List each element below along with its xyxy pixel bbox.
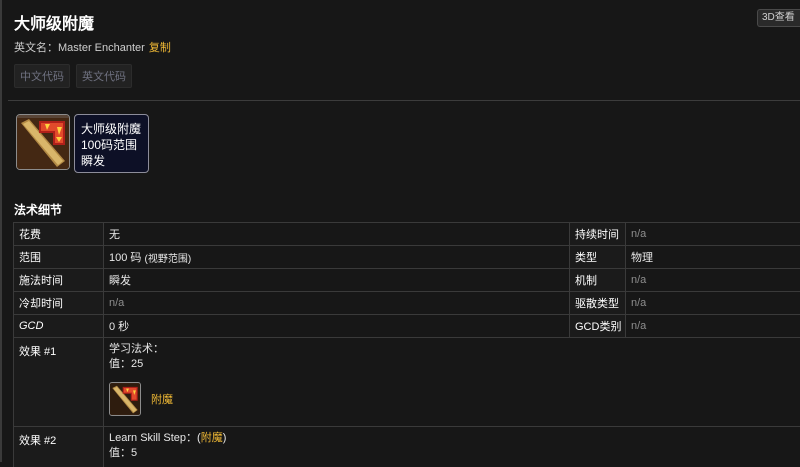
section-title: 法术细节 <box>14 203 63 217</box>
spell-tooltip: 大师级附魔 100码范围 瞬发 <box>74 114 149 173</box>
row-value: n/a <box>625 223 800 245</box>
row-value: n/a <box>625 315 800 337</box>
row-value: 0 秒 <box>103 315 569 337</box>
row-value: 无 <box>103 223 569 245</box>
tab-chinese-code[interactable]: 中文代码 <box>14 64 70 88</box>
tooltip-cast: 瞬发 <box>81 154 106 168</box>
row-value: 瞬发 <box>103 269 569 291</box>
row-label: 持续时间 <box>569 223 625 245</box>
row-value: n/a <box>103 292 569 314</box>
row-label: 类型 <box>569 246 625 268</box>
row-label: GCD <box>13 315 103 337</box>
row-label: 机制 <box>569 269 625 291</box>
effect-line: 学习法术： <box>109 343 164 355</box>
sub-spell-name[interactable]: 附魔 <box>151 391 173 407</box>
effect-text: Learn Skill Step：( <box>109 432 201 444</box>
row-label: GCD类别 <box>569 315 625 337</box>
effect-row: 效果 #2 Learn Skill Step：(附魔) 值：5 <box>13 427 800 467</box>
range-value: 100 码 <box>109 252 142 264</box>
effect-body: Learn Skill Step：(附魔) 值：5 <box>103 427 800 467</box>
effect-label: 效果 #2 <box>13 427 103 467</box>
row-label: 驱散类型 <box>569 292 625 314</box>
table-row: 花费 无 持续时间 n/a <box>13 223 800 246</box>
left-border <box>0 0 2 462</box>
row-value: n/a <box>625 292 800 314</box>
copy-link[interactable]: 复制 <box>149 42 171 54</box>
tab-english-code[interactable]: 英文代码 <box>76 64 132 88</box>
tooltip-name: 大师级附魔 <box>81 122 142 136</box>
row-value: n/a <box>625 269 800 291</box>
sub-spell-link[interactable]: 附魔 <box>109 382 800 416</box>
row-label: 冷却时间 <box>13 292 103 314</box>
table-row: 冷却时间 n/a 驱散类型 n/a <box>13 292 800 315</box>
row-value: 100 码 (视野范围) <box>103 246 569 268</box>
page-title: 大师级附魔 <box>14 16 95 33</box>
spell-page: 大师级附魔 3D查看 英文名：Master Enchanter 复制 中文代码 英… <box>0 0 800 467</box>
enchanting-rod-icon[interactable] <box>16 114 70 170</box>
divider <box>8 100 800 101</box>
effect-line: Learn Skill Step：(附魔) <box>109 431 800 446</box>
effect-label: 效果 #1 <box>13 338 103 426</box>
english-name-text: 英文名：Master Enchanter <box>14 42 145 54</box>
table-row: 施法时间 瞬发 机制 n/a <box>13 269 800 292</box>
effect-row: 效果 #1 学习法术： 值：25 附魔 <box>13 338 800 427</box>
row-label: 施法时间 <box>13 269 103 291</box>
effect-value: 值：5 <box>109 447 138 459</box>
skill-link[interactable]: 附魔 <box>201 432 223 444</box>
range-note: (视野范围) <box>144 253 192 265</box>
effect-value: 值：25 <box>109 358 144 370</box>
code-tabs: 中文代码 英文代码 <box>14 64 132 88</box>
effect-text: ) <box>222 432 227 444</box>
row-label: 范围 <box>13 246 103 268</box>
row-value: 物理 <box>625 246 800 268</box>
tooltip-range: 100码范围 <box>81 138 138 152</box>
table-row: GCD 0 秒 GCD类别 n/a <box>13 315 800 338</box>
spell-details-table: 花费 无 持续时间 n/a 范围 100 码 (视野范围) 类型 物理 施法时间… <box>13 222 800 467</box>
enchanting-rod-icon[interactable] <box>109 382 141 416</box>
table-row: 范围 100 码 (视野范围) 类型 物理 <box>13 246 800 269</box>
view-3d-button[interactable]: 3D查看 <box>757 9 800 27</box>
english-name: 英文名：Master Enchanter 复制 <box>14 39 171 55</box>
row-label: 花费 <box>13 223 103 245</box>
effect-body: 学习法术： 值：25 附魔 <box>103 338 800 426</box>
